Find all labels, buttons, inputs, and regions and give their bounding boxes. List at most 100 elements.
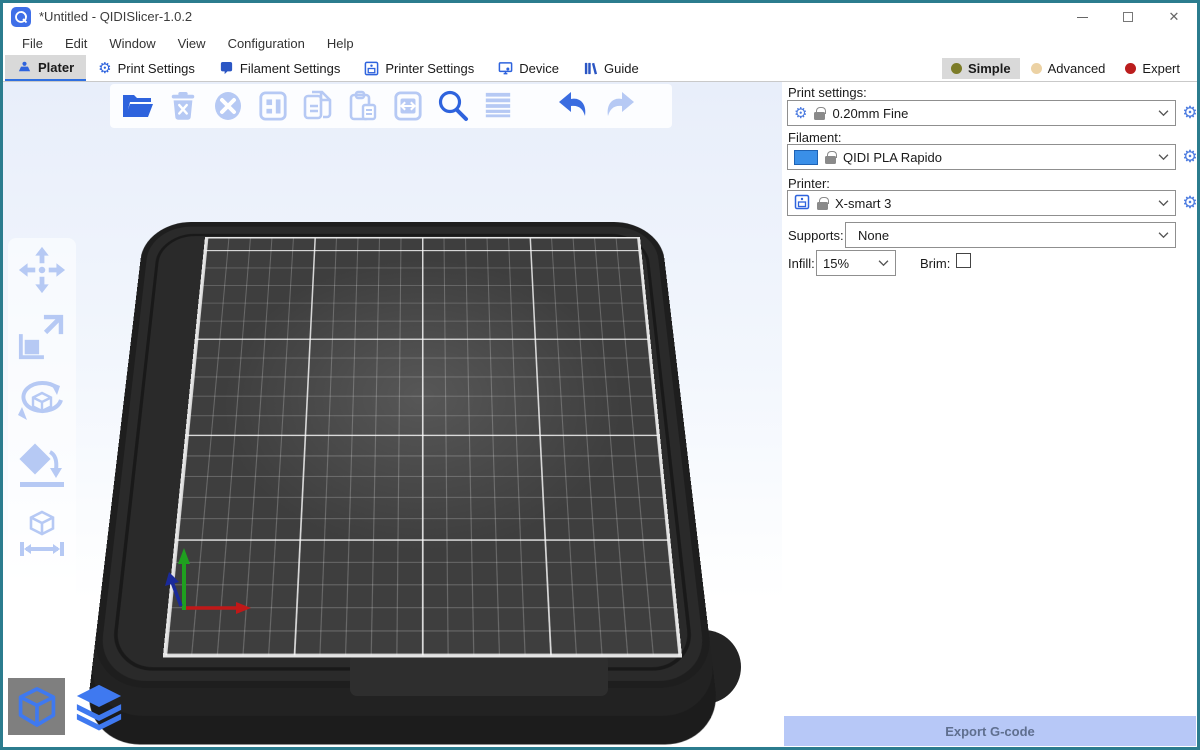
tab-plater-label: Plater [38, 60, 74, 75]
maximize-button[interactable] [1105, 3, 1151, 31]
supports-combo[interactable]: None [845, 222, 1176, 248]
undo-button[interactable] [556, 88, 592, 124]
infill-label: Infill: [788, 256, 815, 271]
editor-view-button[interactable] [8, 678, 65, 735]
filament-settings-icon [219, 61, 234, 76]
redo-button[interactable] [601, 88, 637, 124]
delete-trash-icon [168, 90, 198, 122]
brim-label: Brim: [920, 256, 950, 271]
menu-window[interactable]: Window [98, 33, 166, 54]
filament-combo[interactable]: QIDI PLA Rapido [787, 144, 1176, 170]
layer-height-icon [483, 90, 513, 122]
redo-arrow-icon [602, 91, 636, 121]
split-objects-button[interactable] [390, 88, 426, 124]
move-tool-button[interactable] [16, 244, 68, 296]
minimize-button[interactable] [1059, 3, 1105, 31]
printer-settings-icon [364, 61, 379, 76]
scale-tool-button[interactable] [16, 310, 68, 362]
tab-guide[interactable]: Guide [571, 55, 651, 81]
origin-axes-indicator [158, 544, 268, 624]
tab-device-label: Device [519, 61, 559, 76]
filament-label: Filament: [788, 130, 841, 145]
infill-combo[interactable]: 15% [816, 250, 896, 276]
viewport-3d[interactable] [3, 82, 782, 747]
printer-combo[interactable]: X-smart 3 [787, 190, 1176, 216]
arrange-icon [258, 90, 288, 122]
measure-tool-button[interactable] [16, 508, 68, 560]
tab-bar: Plater ⚙ Print Settings Filament Setting… [3, 55, 1197, 82]
filament-color-swatch [794, 150, 818, 165]
supports-label: Supports: [788, 228, 844, 243]
tab-plater[interactable]: Plater [5, 55, 86, 81]
split-objects-icon [393, 90, 423, 122]
app-logo-icon [11, 7, 31, 27]
lock-icon [814, 112, 825, 120]
device-icon [498, 61, 513, 76]
mode-expert-label: Expert [1142, 61, 1180, 76]
x-axis-arrow-icon [236, 602, 251, 614]
brim-checkbox[interactable] [956, 253, 971, 268]
paste-button[interactable] [345, 88, 381, 124]
profile-gear-icon: ⚙ [794, 106, 807, 121]
mode-advanced-label: Advanced [1048, 61, 1106, 76]
print-settings-combo[interactable]: ⚙ 0.20mm Fine [787, 100, 1176, 126]
lock-icon [825, 156, 836, 164]
view-switcher [8, 678, 127, 735]
menu-configuration[interactable]: Configuration [217, 33, 316, 54]
move-icon [17, 245, 67, 295]
guide-books-icon [583, 61, 598, 76]
edit-print-settings-button[interactable]: ⚙ [1180, 102, 1200, 124]
close-button[interactable]: ✕ [1151, 3, 1197, 31]
menu-file[interactable]: File [11, 33, 54, 54]
mode-expert[interactable]: Expert [1116, 58, 1189, 79]
scale-icon [17, 311, 67, 361]
print-bed-handle [350, 654, 608, 696]
export-gcode-label: Export G-code [945, 724, 1035, 739]
print-settings-label: Print settings: [788, 85, 867, 100]
paste-icon [347, 90, 379, 122]
mode-advanced[interactable]: Advanced [1022, 58, 1115, 79]
plater-toolbar [110, 84, 672, 128]
settings-sidebar: Print settings: ⚙ 0.20mm Fine ⚙ Filament… [782, 82, 1197, 747]
window-controls: ✕ [1059, 3, 1197, 31]
tab-filament-settings[interactable]: Filament Settings [207, 55, 352, 81]
menu-edit[interactable]: Edit [54, 33, 98, 54]
variable-layer-height-button[interactable] [480, 88, 516, 124]
tab-filament-settings-label: Filament Settings [240, 61, 340, 76]
tab-print-settings[interactable]: ⚙ Print Settings [86, 55, 207, 81]
chevron-down-icon [878, 259, 889, 267]
open-file-button[interactable] [120, 88, 156, 124]
supports-value: None [858, 228, 889, 243]
menu-view[interactable]: View [167, 33, 217, 54]
arrange-button[interactable] [255, 88, 291, 124]
tab-printer-settings[interactable]: Printer Settings [352, 55, 486, 81]
chevron-down-icon [1158, 199, 1169, 207]
menu-help[interactable]: Help [316, 33, 365, 54]
delete-all-icon [212, 90, 244, 122]
place-on-face-icon [16, 442, 68, 494]
print-settings-value: 0.20mm Fine [832, 106, 908, 121]
measure-icon [16, 508, 68, 560]
rotate-tool-button[interactable] [16, 376, 68, 428]
copy-button[interactable] [300, 88, 336, 124]
printer-mini-icon [794, 194, 810, 213]
export-gcode-button[interactable]: Export G-code [784, 716, 1196, 746]
infill-value: 15% [823, 256, 849, 271]
place-on-face-tool-button[interactable] [16, 442, 68, 494]
y-axis-arrow-icon [178, 548, 190, 564]
lock-icon [817, 202, 828, 210]
edit-filament-button[interactable]: ⚙ [1180, 146, 1200, 168]
main-content: Print settings: ⚙ 0.20mm Fine ⚙ Filament… [3, 82, 1197, 747]
open-folder-icon [121, 91, 155, 121]
edit-printer-button[interactable]: ⚙ [1180, 192, 1200, 214]
search-button[interactable] [435, 88, 471, 124]
tab-printer-settings-label: Printer Settings [385, 61, 474, 76]
delete-all-button[interactable] [210, 88, 246, 124]
preview-view-button[interactable] [70, 678, 127, 735]
maximize-icon [1123, 12, 1133, 22]
delete-button[interactable] [165, 88, 201, 124]
mode-simple[interactable]: Simple [942, 58, 1020, 79]
mode-simple-label: Simple [968, 61, 1011, 76]
tab-device[interactable]: Device [486, 55, 571, 81]
title-bar[interactable]: *Untitled - QIDISlicer-1.0.2 ✕ [3, 3, 1197, 31]
